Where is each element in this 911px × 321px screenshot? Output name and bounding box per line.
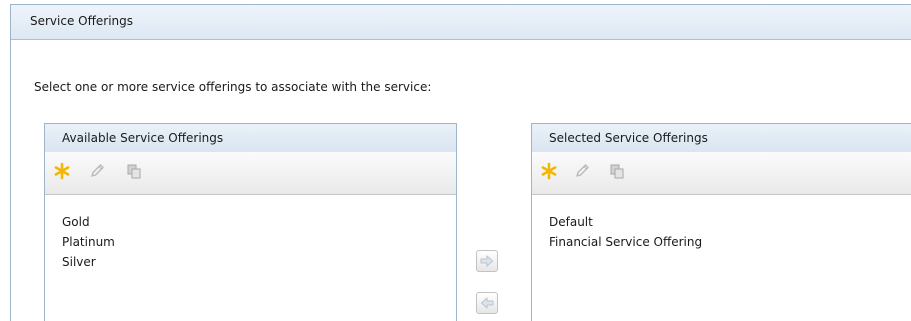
section-title: Service Offerings	[30, 14, 134, 28]
list-item[interactable]: Default	[532, 212, 911, 232]
copy-icon[interactable]	[125, 162, 143, 180]
add-to-selected-button[interactable]	[476, 250, 498, 272]
instructions-text: Select one or more service offerings to …	[34, 80, 432, 94]
list-item[interactable]: Financial Service Offering	[532, 232, 911, 252]
selected-panel-title: Selected Service Offerings	[549, 131, 708, 145]
available-panel-title: Available Service Offerings	[62, 131, 224, 145]
available-toolbar	[45, 152, 456, 195]
new-asterisk-icon[interactable]	[53, 162, 71, 180]
remove-from-selected-button[interactable]	[476, 292, 498, 314]
selected-panel-header: Selected Service Offerings	[532, 124, 911, 153]
list-item[interactable]: Gold	[45, 212, 456, 232]
arrow-left-icon	[481, 297, 494, 309]
copy-icon[interactable]	[608, 162, 626, 180]
selected-offerings-list: Default Financial Service Offering	[532, 212, 911, 252]
available-offerings-panel: Available Service Offerings Gold Platinu…	[44, 123, 457, 321]
available-panel-header: Available Service Offerings	[45, 124, 456, 153]
list-item[interactable]: Platinum	[45, 232, 456, 252]
selected-toolbar	[532, 152, 911, 195]
edit-pencil-icon[interactable]	[573, 162, 591, 180]
available-offerings-list: Gold Platinum Silver	[45, 212, 456, 272]
list-item[interactable]: Silver	[45, 252, 456, 272]
new-asterisk-icon[interactable]	[540, 162, 558, 180]
selected-offerings-panel: Selected Service Offerings Default Finan…	[531, 123, 911, 321]
section-header: Service Offerings	[11, 5, 911, 40]
arrow-right-icon	[480, 255, 493, 267]
edit-pencil-icon[interactable]	[88, 162, 106, 180]
